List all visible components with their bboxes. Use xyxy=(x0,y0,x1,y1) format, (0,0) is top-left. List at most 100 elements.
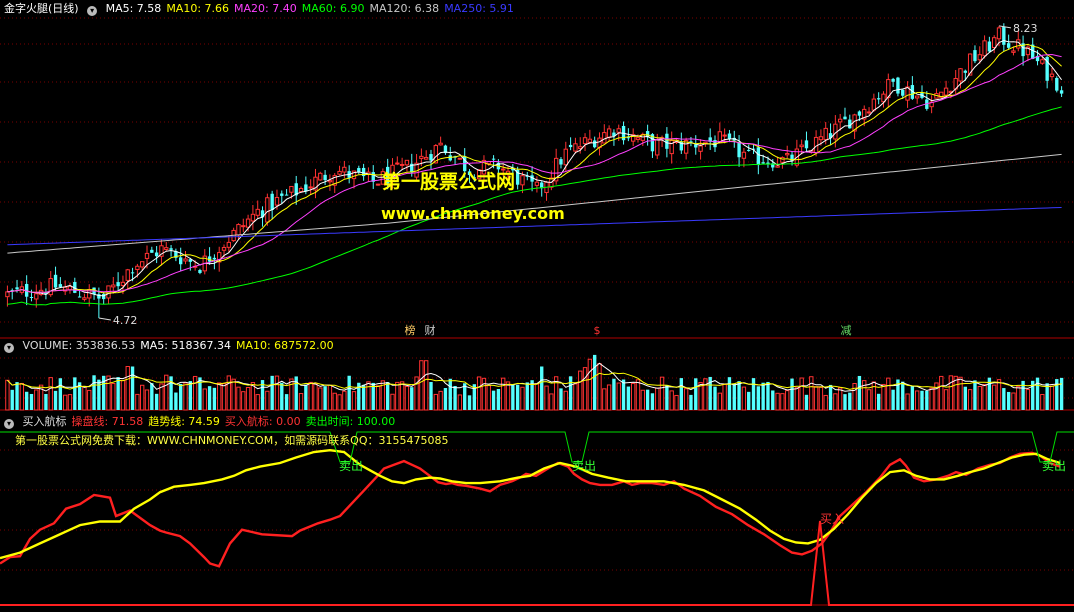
volume-bar xyxy=(164,374,169,411)
volume-bar xyxy=(87,389,92,411)
volume-bar xyxy=(582,367,588,411)
volume-bar xyxy=(404,386,410,411)
event-mark: 财 xyxy=(425,323,436,337)
candle-body xyxy=(265,197,270,223)
candle-body xyxy=(241,225,246,228)
volume-bar xyxy=(1049,385,1055,411)
volume-bar xyxy=(597,363,602,411)
volume-bar xyxy=(775,392,780,411)
volume-bar xyxy=(67,394,73,411)
volume-bar xyxy=(97,379,101,410)
volume-bar xyxy=(34,389,39,411)
volume-bar xyxy=(645,389,650,410)
volume-bar xyxy=(48,377,53,411)
volume-bar xyxy=(453,385,457,410)
candle-body xyxy=(848,119,852,129)
volume-bar xyxy=(448,378,452,410)
candle-body xyxy=(29,296,34,298)
volume-bar xyxy=(679,378,684,410)
volume-bar xyxy=(183,382,188,411)
volume-bar xyxy=(953,375,958,411)
volume-bar xyxy=(111,383,116,411)
volume-bar xyxy=(24,391,29,410)
volume-bar xyxy=(929,387,934,411)
volume-bar xyxy=(511,384,515,410)
volume-bar xyxy=(737,381,741,410)
candle-body xyxy=(602,132,607,144)
volume-bar xyxy=(785,390,790,411)
volume-bar xyxy=(809,376,814,411)
volume-bar xyxy=(62,394,68,411)
volume-bar xyxy=(1011,392,1016,411)
candle-body xyxy=(977,54,982,61)
volume-bar xyxy=(761,382,765,410)
volume-bar xyxy=(683,388,689,411)
candle-body xyxy=(775,165,780,168)
candle-body xyxy=(761,162,765,164)
candle-body xyxy=(395,162,400,165)
event-mark: $ xyxy=(594,324,601,337)
candle-body xyxy=(135,265,140,271)
candle-body xyxy=(698,145,703,152)
candle-body xyxy=(996,27,1002,40)
volume-bar xyxy=(433,393,439,411)
volume-bar xyxy=(837,387,843,411)
volume-bar xyxy=(486,385,491,411)
candle-body xyxy=(866,111,872,114)
candle-body xyxy=(876,98,881,100)
candle-body xyxy=(568,144,573,148)
volume-bar xyxy=(948,375,954,411)
volume-bar xyxy=(703,378,708,411)
candle-body xyxy=(1040,59,1045,64)
candle-body xyxy=(308,186,313,189)
volume-bar xyxy=(520,386,525,411)
volume-bar xyxy=(891,389,895,410)
volume-bar xyxy=(144,389,150,411)
volume-bar xyxy=(10,389,14,410)
legend-item: MA5: 518367.34 xyxy=(140,339,231,352)
volume-bar xyxy=(318,387,323,411)
candle-body xyxy=(404,159,410,166)
candle-body xyxy=(587,138,593,143)
volume-bar xyxy=(457,394,463,411)
candle-body xyxy=(457,157,463,160)
volume-bar xyxy=(15,382,19,410)
candle-body xyxy=(179,257,183,265)
volume-bar xyxy=(1025,389,1031,411)
volume-bar xyxy=(366,381,371,411)
legend-item: 买入航标 xyxy=(22,415,67,428)
candle-body xyxy=(298,188,304,192)
volume-bar xyxy=(939,375,944,411)
event-mark: 榜 xyxy=(405,323,416,337)
candle-body xyxy=(337,170,342,175)
candle-body xyxy=(342,166,347,173)
candle-body xyxy=(727,133,732,140)
volume-bar xyxy=(592,354,597,410)
candle-body xyxy=(871,98,877,111)
collapse-icon[interactable]: ▾ xyxy=(4,343,14,353)
volume-bar xyxy=(125,366,130,411)
candle-body xyxy=(318,172,323,181)
volume-bar xyxy=(977,385,982,411)
volume-bar xyxy=(255,394,260,411)
candle-body xyxy=(226,241,232,248)
volume-bar xyxy=(925,390,929,410)
candle-body xyxy=(785,153,790,156)
collapse-icon[interactable]: ▾ xyxy=(4,419,14,429)
volume-bar xyxy=(568,376,573,410)
candle-body xyxy=(1055,77,1059,91)
candle-body xyxy=(669,139,674,155)
volume-bar xyxy=(265,390,270,411)
legend-item: 操盘线: 71.58 xyxy=(71,415,144,428)
volume-bar xyxy=(245,387,251,411)
candle-body xyxy=(169,248,173,250)
candle-body xyxy=(280,193,284,196)
volume-bar xyxy=(481,377,487,411)
volume-bar xyxy=(901,381,905,410)
volume-bar xyxy=(843,394,847,410)
collapse-icon[interactable]: ▾ xyxy=(87,6,98,16)
volume-bar xyxy=(73,377,77,410)
volume-bar xyxy=(130,366,135,410)
legend-item: VOLUME: 353836.53 xyxy=(22,339,136,352)
candle-body xyxy=(77,296,82,298)
